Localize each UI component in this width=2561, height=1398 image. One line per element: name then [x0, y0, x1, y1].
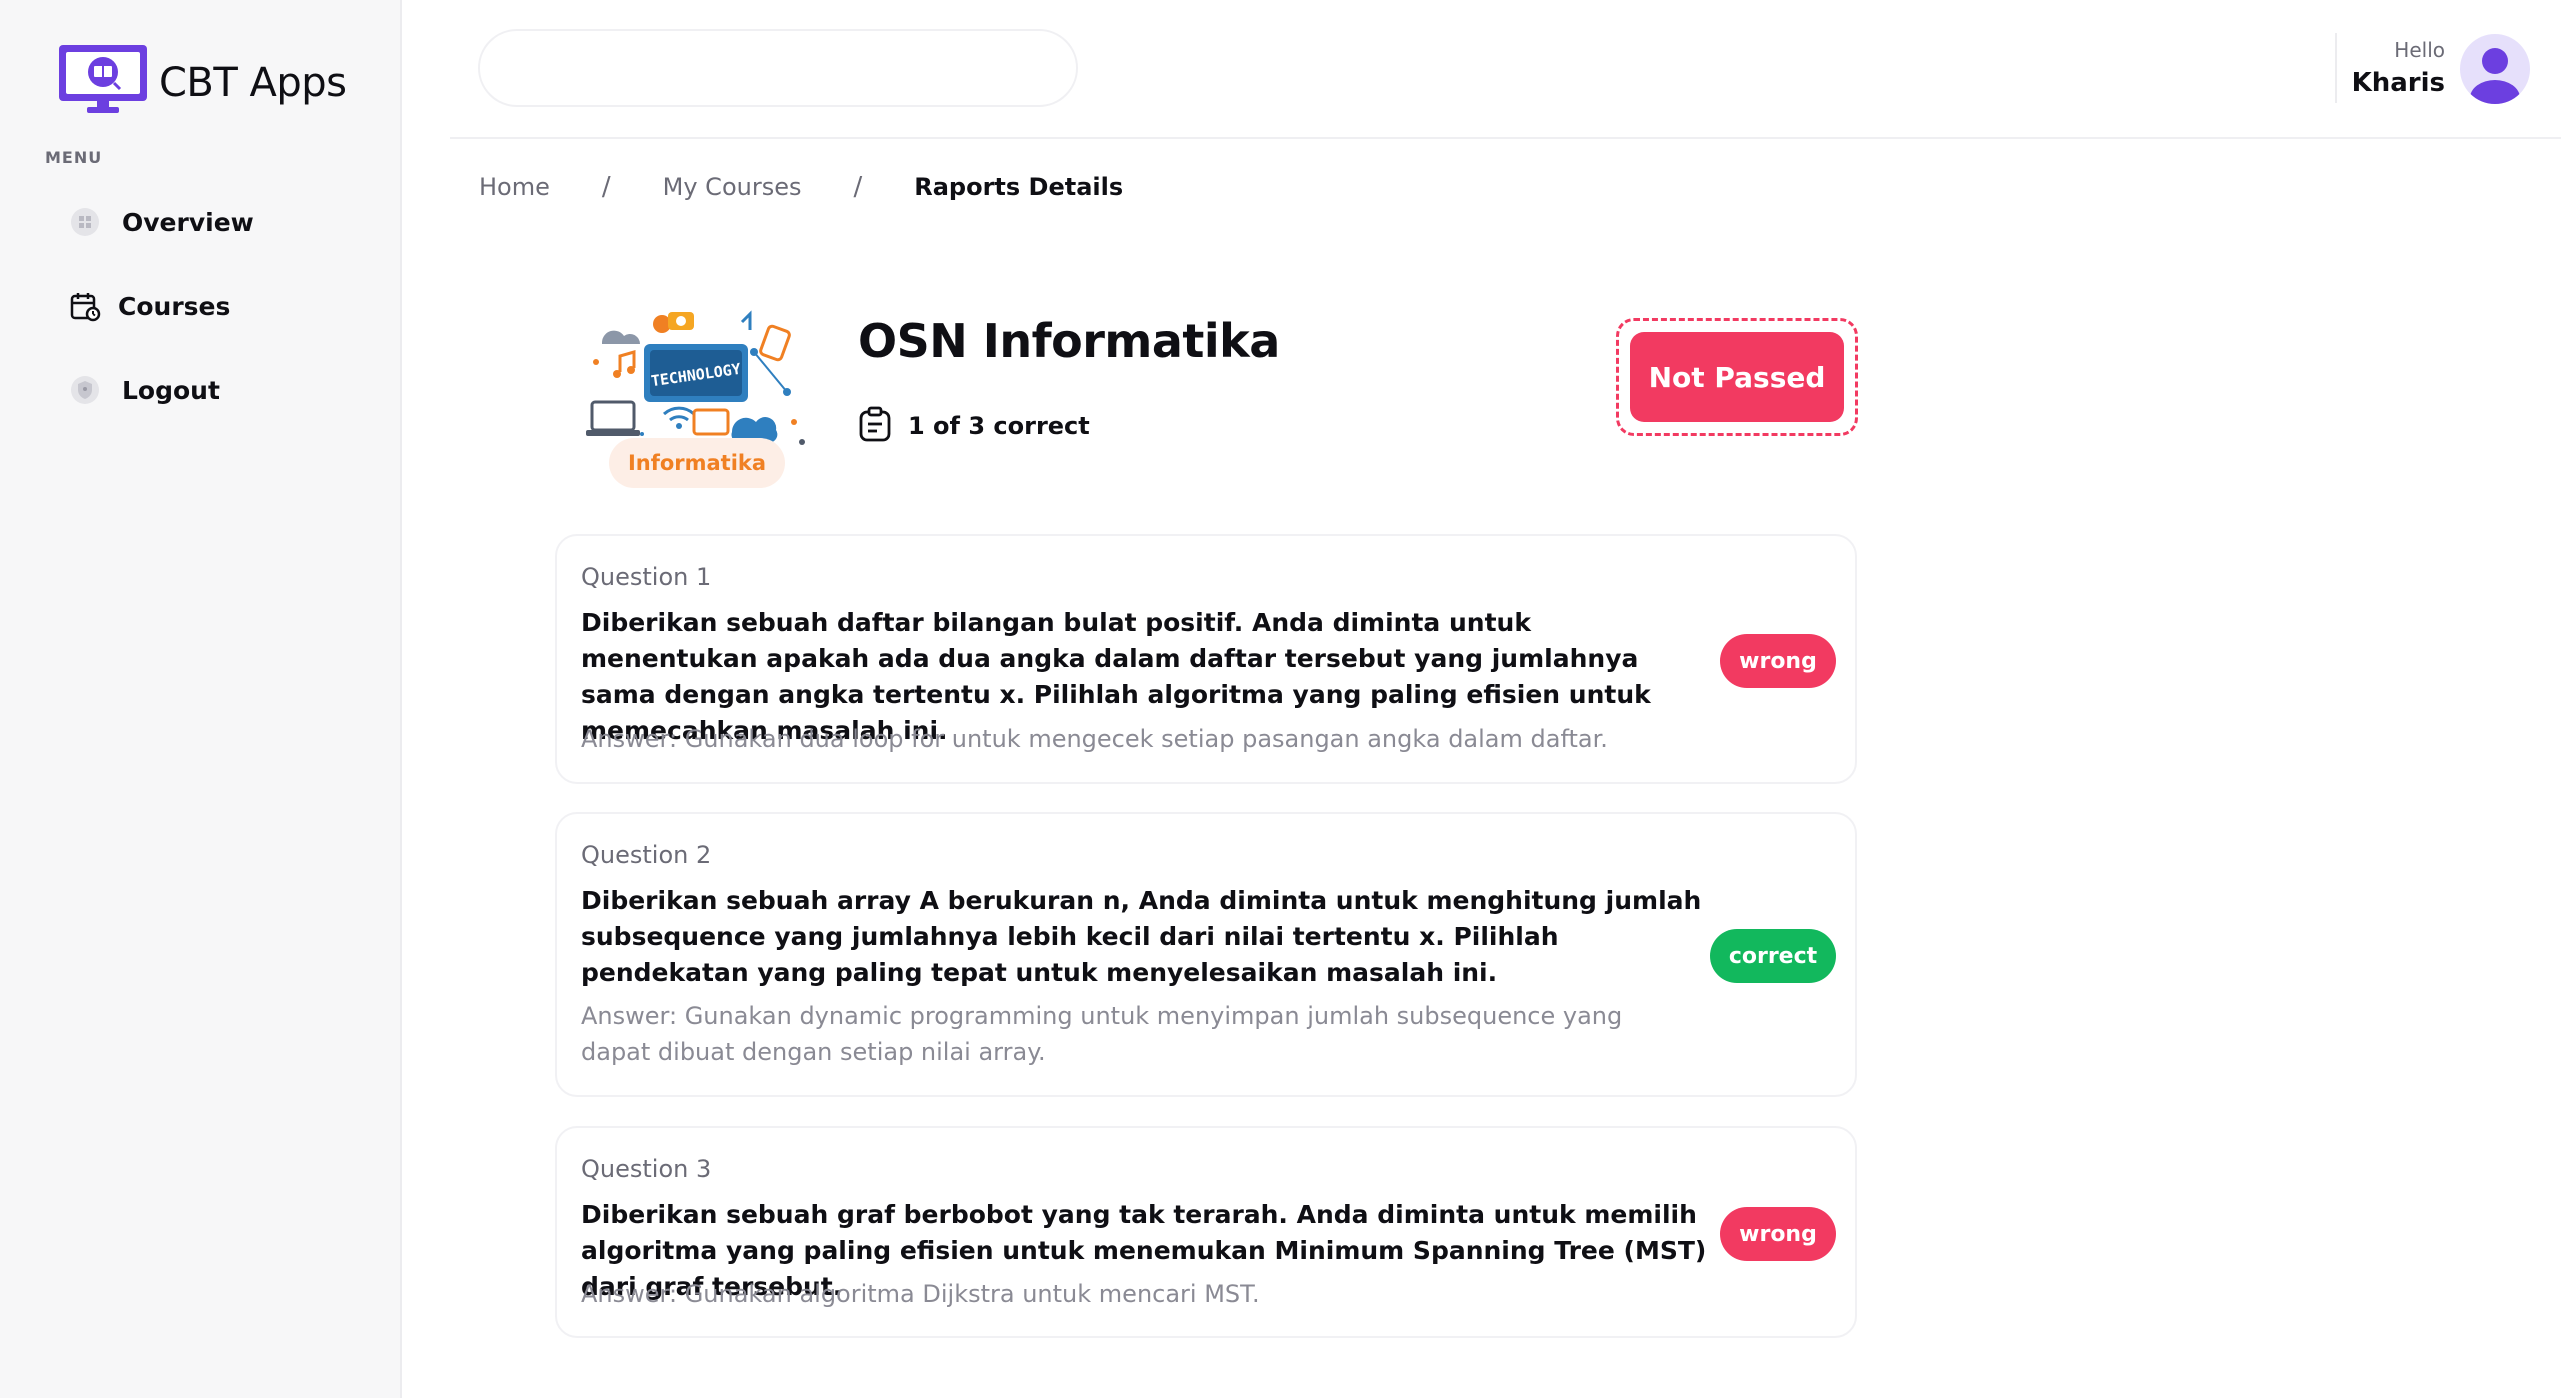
question-number: Question 2 [581, 841, 712, 869]
shield-icon [68, 373, 102, 407]
sidebar-item-label: Logout [122, 375, 220, 405]
breadcrumb: Home / My Courses / Raports Details [479, 172, 1123, 202]
question-card: Question 2 Diberikan sebuah array A beru… [555, 812, 1857, 1097]
question-card: Question 1 Diberikan sebuah daftar bilan… [555, 534, 1857, 784]
question-answer: Answer: Gunakan dynamic programming untu… [581, 1002, 1623, 1066]
course-category-tag: Informatika [609, 438, 785, 488]
sidebar-item-label: Courses [118, 291, 231, 321]
header-divider [2335, 33, 2337, 103]
breadcrumb-current: Raports Details [914, 173, 1124, 201]
question-text: Diberikan sebuah array A berukuran n, An… [581, 886, 1702, 987]
result-badge: correct [1710, 929, 1836, 983]
username: Kharis [2351, 68, 2445, 98]
question-answer: Answer: Gunakan dua loop for untuk menge… [581, 725, 1608, 753]
search-input[interactable] [478, 29, 1078, 107]
greeting-text: Hello [2394, 38, 2445, 62]
score-summary: 1 of 3 correct [858, 406, 1090, 446]
breadcrumb-separator: / [601, 172, 611, 202]
app-name: CBT Apps [159, 60, 347, 106]
question-card: Question 3 Diberikan sebuah graf berbobo… [555, 1126, 1857, 1338]
sidebar-item-logout[interactable]: Logout [68, 373, 220, 407]
result-badge: wrong [1720, 634, 1836, 688]
user-avatar-icon [2470, 48, 2520, 104]
status-not-passed-button[interactable]: Not Passed [1630, 332, 1844, 422]
breadcrumb-separator: / [853, 172, 863, 202]
menu-label: MENU [45, 148, 103, 167]
course-title: OSN Informatika [858, 314, 1280, 368]
status-indicator: Not Passed [1616, 318, 1858, 436]
calendar-icon [68, 289, 102, 323]
score-text: 1 of 3 correct [908, 412, 1090, 440]
monitor-logo-icon[interactable] [57, 43, 149, 115]
question-number: Question 3 [581, 1155, 712, 1183]
question-number: Question 1 [581, 563, 712, 591]
question-answer: Answer: Gunakan algoritma Dijkstra untuk… [581, 1280, 1260, 1308]
sidebar-item-label: Overview [122, 207, 254, 237]
breadcrumb-my-courses[interactable]: My Courses [663, 173, 802, 201]
result-badge: wrong [1720, 1207, 1836, 1261]
grid-icon [68, 205, 102, 239]
sidebar-item-courses[interactable]: Courses [68, 289, 230, 323]
sidebar: CBT Apps MENU Overview Courses Logout [0, 0, 402, 1398]
breadcrumb-home[interactable]: Home [479, 173, 550, 201]
header-bottom-divider [450, 137, 2561, 139]
sidebar-item-overview[interactable]: Overview [68, 205, 254, 239]
clipboard-icon [858, 406, 892, 446]
avatar[interactable] [2460, 34, 2530, 104]
